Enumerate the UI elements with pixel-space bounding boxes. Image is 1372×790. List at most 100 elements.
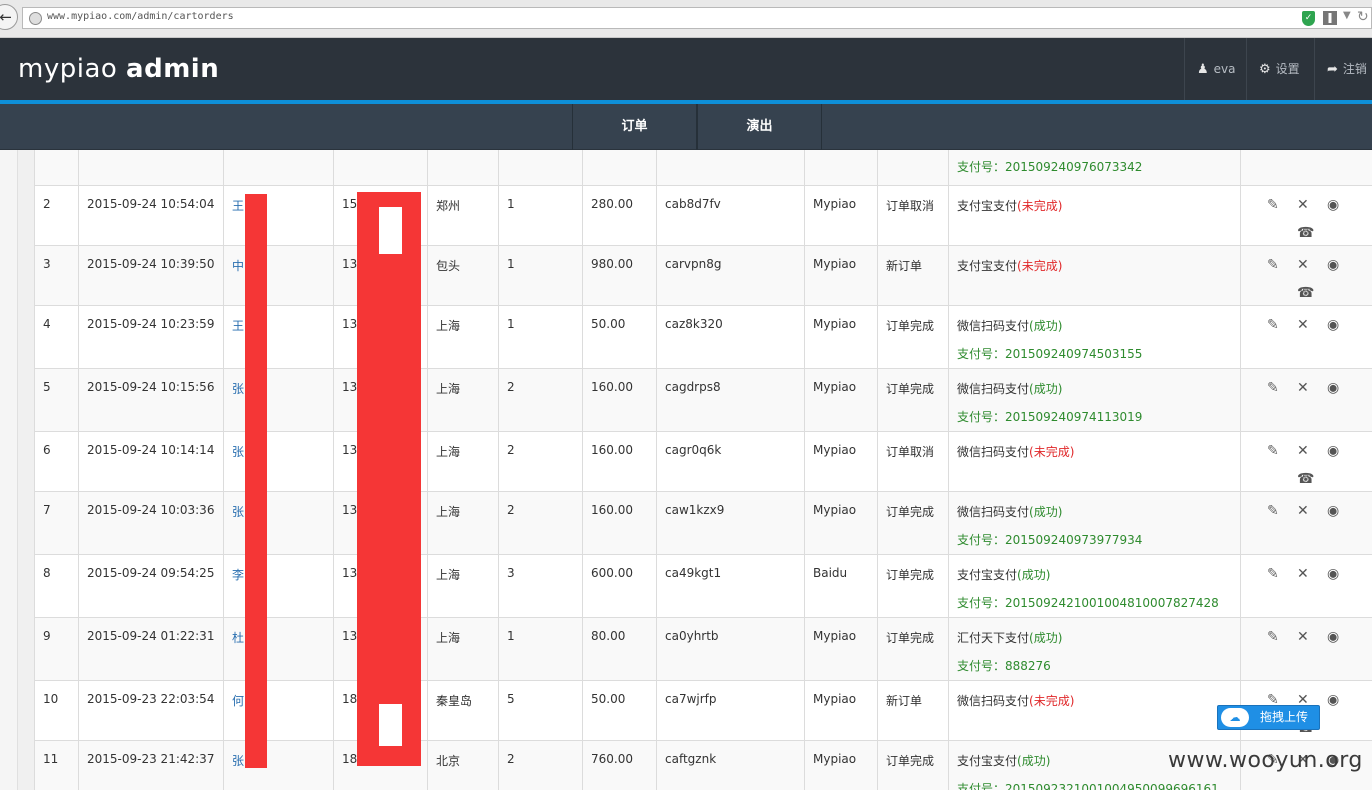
brand-logo[interactable]: mypiao admin — [18, 54, 219, 84]
cell-time: 2015-09-23 22:03:54 — [78, 681, 223, 740]
pencil-icon[interactable]: ✎ — [1267, 629, 1279, 645]
cell-name[interactable]: 王 — [223, 306, 333, 368]
cell-status: 订单完成 — [877, 555, 948, 617]
shield-icon[interactable]: ✓ — [1302, 11, 1315, 26]
cell-qty: 1 — [498, 618, 582, 680]
cell-qty — [498, 150, 582, 185]
cell-id: 2 — [34, 186, 78, 245]
tab-shows[interactable]: 演出 — [697, 104, 822, 150]
table-row[interactable]: 5 2015-09-24 10:15:56 张 138 上海 2 160.00 cagdrps… — [34, 369, 1372, 432]
cell-name[interactable]: 中 — [223, 246, 333, 305]
cell-time: 2015-09-24 10:23:59 — [78, 306, 223, 368]
payment-method-label: 微信扫码支付 — [957, 505, 1030, 519]
logout-menu[interactable]: ➦ 注销 — [1314, 38, 1372, 100]
eye-icon[interactable]: ◉ — [1327, 443, 1339, 459]
phone-icon[interactable]: ☎ — [1297, 285, 1314, 301]
close-icon[interactable]: ✕ — [1297, 566, 1309, 582]
eye-icon[interactable]: ◉ — [1327, 692, 1339, 708]
share-arrow-icon: ➦ — [1327, 62, 1338, 77]
payment-method: 支付宝支付(未完成) — [957, 197, 1240, 214]
eye-icon[interactable]: ◉ — [1327, 629, 1339, 645]
drag-upload-button[interactable]: ☁ 拖拽上传 — [1217, 705, 1320, 730]
table-row[interactable]: 2 2015-09-24 10:54:04 王 152 郑州 1 280.00 cab8d7f… — [34, 186, 1372, 246]
close-icon[interactable]: ✕ — [1297, 317, 1309, 333]
sub-nav: 订单 演出 — [0, 104, 1372, 150]
cloud-icon: ☁ — [1221, 708, 1249, 727]
cell-name[interactable]: 杜 — [223, 618, 333, 680]
dropdown-icon[interactable]: ▼ — [1343, 10, 1351, 21]
cell-city: 上海 — [427, 306, 498, 368]
cell-source: Mypiao — [804, 681, 877, 740]
close-icon[interactable]: ✕ — [1297, 257, 1309, 273]
cell-name[interactable]: 张 — [223, 369, 333, 431]
url-text[interactable]: www.mypiao.com/admin/cartorders — [47, 11, 234, 22]
cell-time: 2015-09-24 10:54:04 — [78, 186, 223, 245]
user-menu[interactable]: ♟ eva — [1184, 38, 1246, 100]
cell-qty: 5 — [498, 681, 582, 740]
pencil-icon[interactable]: ✎ — [1267, 197, 1279, 213]
table-row[interactable]: 3 2015-09-24 10:39:50 中 13§ 包头 1 980.00 carvpn8… — [34, 246, 1372, 306]
table-row[interactable]: 10 2015-09-23 22:03:54 何 187 秦皇岛 5 50.00 ca7wjr… — [34, 681, 1372, 741]
cell-name[interactable]: 张 — [223, 741, 333, 790]
admin-header: mypiao admin ♟ eva ⚙ 设置 ➦ 注销 — [0, 38, 1372, 100]
settings-menu[interactable]: ⚙ 设置 — [1246, 38, 1314, 100]
cell-source: Mypiao — [804, 369, 877, 431]
table-row[interactable]: 9 2015-09-24 01:22:31 杜 139 上海 1 80.00 ca0yhrtb… — [34, 618, 1372, 681]
table-row[interactable]: 8 2015-09-24 09:54:25 李 130 上海 3 600.00 ca49kgt… — [34, 555, 1372, 618]
url-field[interactable]: www.mypiao.com/admin/cartorders ✓ ▼ ↻ — [22, 7, 1372, 29]
cell-time — [78, 150, 223, 185]
table-row[interactable]: 4 2015-09-24 10:23:59 王 130 上海 1 50.00 caz8k320… — [34, 306, 1372, 369]
pencil-icon[interactable]: ✎ — [1267, 503, 1279, 519]
cell-amount: 980.00 — [582, 246, 656, 305]
cell-name[interactable]: 李 — [223, 555, 333, 617]
close-icon[interactable]: ✕ — [1297, 503, 1309, 519]
payment-method-label: 微信扫码支付 — [957, 319, 1030, 333]
payment-method: 微信扫码支付(未完成) — [957, 443, 1240, 460]
eye-icon[interactable]: ◉ — [1327, 317, 1339, 333]
cell-actions — [1240, 150, 1372, 185]
payment-method: 微信扫码支付(未完成) — [957, 692, 1240, 709]
pencil-icon[interactable]: ✎ — [1267, 566, 1279, 582]
cell-id: 6 — [34, 432, 78, 491]
payment-method: 微信扫码支付(成功) — [957, 317, 1240, 334]
cell-qty: 2 — [498, 432, 582, 491]
back-arrow-icon[interactable]: ← — [0, 4, 18, 30]
cell-source: Mypiao — [804, 492, 877, 554]
cell-name[interactable]: 王 — [223, 186, 333, 245]
cell-amount: 160.00 — [582, 369, 656, 431]
close-icon[interactable]: ✕ — [1297, 629, 1309, 645]
qr-code-icon[interactable] — [1323, 11, 1337, 25]
payment-status: (未完成) — [1029, 445, 1075, 459]
close-icon[interactable]: ✕ — [1297, 197, 1309, 213]
tab-orders[interactable]: 订单 — [572, 104, 697, 150]
eye-icon[interactable]: ◉ — [1327, 566, 1339, 582]
table-row[interactable]: 7 2015-09-24 10:03:36 张 138 上海 2 160.00 caw1kzx… — [34, 492, 1372, 555]
close-icon[interactable]: ✕ — [1297, 443, 1309, 459]
cell-name[interactable]: 张 — [223, 492, 333, 554]
phone-icon[interactable]: ☎ — [1297, 471, 1314, 487]
phone-icon[interactable]: ☎ — [1297, 225, 1314, 241]
eye-icon[interactable]: ◉ — [1327, 197, 1339, 213]
reload-icon[interactable]: ↻ — [1357, 9, 1369, 25]
pencil-icon[interactable]: ✎ — [1267, 443, 1279, 459]
cell-actions: ✎ ✕ ◉ — [1240, 492, 1372, 554]
cell-order-no: caftgznk — [656, 741, 804, 790]
cell-time: 2015-09-24 10:15:56 — [78, 369, 223, 431]
pencil-icon[interactable]: ✎ — [1267, 317, 1279, 333]
table-row-partial[interactable]: 支付号：201509240976073342 — [34, 150, 1372, 186]
eye-icon[interactable]: ◉ — [1327, 380, 1339, 396]
close-icon[interactable]: ✕ — [1297, 380, 1309, 396]
pencil-icon[interactable]: ✎ — [1267, 257, 1279, 273]
cell-city: 秦皇岛 — [427, 681, 498, 740]
cell-city — [427, 150, 498, 185]
cell-qty: 2 — [498, 741, 582, 790]
cell-name[interactable]: 张 — [223, 432, 333, 491]
pencil-icon[interactable]: ✎ — [1267, 380, 1279, 396]
cell-name[interactable]: 何 — [223, 681, 333, 740]
table-row[interactable]: 6 2015-09-24 10:14:14 张 138 上海 2 160.00 cagr0q6… — [34, 432, 1372, 492]
payment-status: (未完成) — [1017, 199, 1063, 213]
eye-icon[interactable]: ◉ — [1327, 257, 1339, 273]
payment-status: (未完成) — [1029, 694, 1075, 708]
eye-icon[interactable]: ◉ — [1327, 503, 1339, 519]
cell-qty: 2 — [498, 369, 582, 431]
